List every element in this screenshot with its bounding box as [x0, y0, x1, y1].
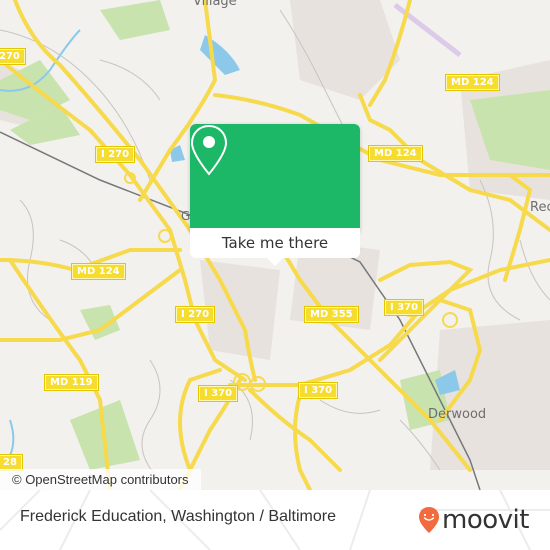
road-shield: 270	[0, 48, 26, 65]
place-label: Derwood	[428, 407, 487, 422]
map-view[interactable]: 270 I 270 MD 124 MD 124 MD 124 I 270 MD …	[0, 0, 550, 490]
road-shield: MD 124	[368, 145, 423, 162]
lake	[200, 35, 240, 75]
road-shield: 28	[0, 454, 23, 471]
road-shield: MD 355	[304, 306, 359, 323]
moovit-logo[interactable]: moovit	[418, 502, 529, 538]
place-label: Village	[193, 0, 237, 9]
park	[100, 0, 170, 40]
popup-pointer	[267, 258, 283, 266]
road-shield: MD 119	[44, 374, 99, 391]
map-attribution[interactable]: © OpenStreetMap contributors	[0, 469, 201, 490]
place-label: G	[181, 209, 191, 223]
road-shield: MD 124	[445, 74, 500, 91]
road-shield: I 370	[383, 299, 425, 316]
footer-bar: Frederick Education, Washington / Baltim…	[0, 490, 550, 550]
road-shield: I 270	[94, 146, 136, 163]
road-shield: I 370	[197, 385, 239, 402]
take-me-there-button[interactable]: Take me there	[190, 228, 360, 258]
road-shield: I 270	[174, 306, 216, 323]
moovit-logo-text: moovit	[442, 505, 529, 535]
map-pin-icon	[190, 124, 228, 176]
road-shield: MD 124	[71, 263, 126, 280]
residential-area	[430, 320, 550, 470]
moovit-pin-icon	[419, 507, 439, 533]
road-shield: I 370	[297, 382, 339, 399]
location-title: Frederick Education, Washington / Baltim…	[20, 508, 336, 525]
place-label: Rec	[530, 200, 550, 215]
popup-header	[190, 124, 360, 228]
location-popup: Take me there	[190, 124, 360, 266]
